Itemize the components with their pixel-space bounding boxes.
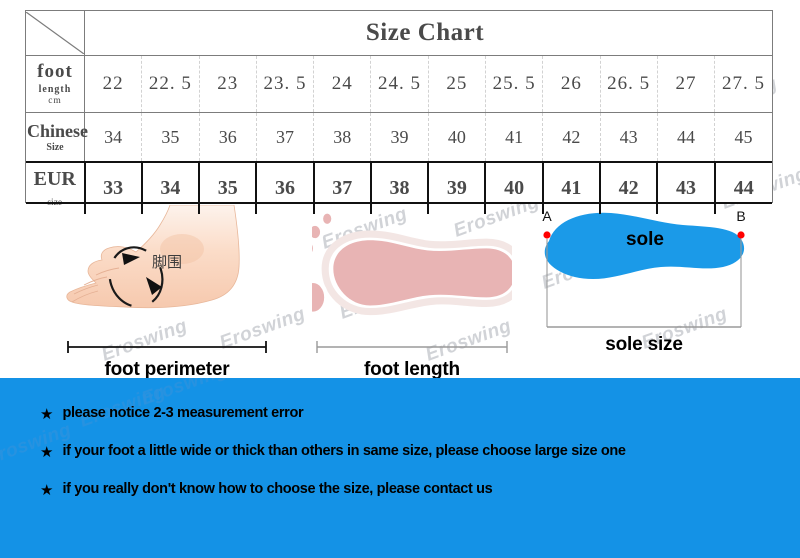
page-title: Size Chart (84, 11, 772, 56)
cell-chinese-size: 42 (542, 112, 601, 163)
cell-eur-size: 40 (485, 162, 544, 214)
cell-chinese-size: 39 (370, 112, 429, 163)
cell-eur-size: 36 (256, 162, 315, 214)
notice-text: if you really don't know how to choose t… (62, 481, 493, 497)
notice-text: please notice 2-3 measurement error (62, 405, 304, 421)
cell-foot-length: 27. 5 (714, 55, 772, 113)
cell-foot-length: 26. 5 (600, 55, 658, 113)
footprint-illustration (291, 209, 525, 316)
cell-chinese-size: 38 (313, 112, 372, 163)
row-label-chinese-size: Chinese Size (26, 112, 89, 163)
cell-chinese-size: 40 (428, 112, 486, 163)
cell-chinese-size: 43 (600, 112, 658, 163)
cell-foot-length: 23 (199, 55, 257, 113)
row-label-main: EUR (33, 168, 76, 191)
foot-perimeter-annotation: 脚围 (152, 253, 182, 271)
notice-list: ★ please notice 2-3 measurement error ★ … (0, 378, 800, 498)
diagram-section: 脚围 foot perimeter foot length sole A B s… (0, 204, 800, 380)
cell-chinese-size: 36 (199, 112, 257, 163)
notice-item: ★ please notice 2-3 measurement error (0, 405, 800, 423)
cell-chinese-size: 35 (141, 112, 200, 163)
diagonal-line-icon (26, 12, 84, 54)
star-icon: ★ (40, 406, 54, 423)
cell-eur-size: 41 (542, 162, 602, 214)
sole-label: sole (626, 229, 664, 250)
row-label-main: Chinese (27, 120, 89, 141)
notice-item: ★ if your foot a little wide or thick th… (0, 443, 800, 461)
row-label-sub: Size (46, 142, 64, 153)
notice-text: if your foot a little wide or thick than… (62, 443, 626, 459)
table-row-eur-size: EUR size 33 34 35 36 37 38 39 40 41 42 4… (26, 162, 772, 214)
measure-line-foot-length (316, 341, 508, 353)
cell-chinese-size: 45 (714, 112, 772, 163)
cell-chinese-size: 37 (256, 112, 315, 163)
row-label-main: foot (37, 60, 73, 82)
row-label-foot-length: foot length cm (26, 55, 85, 113)
sole-point-a-marker (543, 231, 551, 239)
table-row-foot-length: foot length cm 22 22. 5 23 23. 5 24 24. … (26, 55, 772, 113)
diagram-caption-sole-size: sole size (605, 334, 683, 355)
table-row-chinese-size: Chinese Size 34 35 36 37 38 39 40 41 42 … (26, 112, 772, 163)
cell-eur-size: 34 (141, 162, 201, 214)
cell-eur-size: 35 (199, 162, 258, 214)
size-chart-table: Size Chart foot length cm 22 22. 5 23 23… (25, 10, 773, 214)
cell-foot-length: 24 (313, 55, 372, 113)
foot-side-view-illustration: 脚围 (66, 204, 240, 309)
notice-section: Eroswing Eroswing Eroswing ★ please noti… (0, 378, 800, 558)
cell-chinese-size: 34 (84, 112, 143, 163)
row-label-eur-size: EUR size (26, 162, 86, 214)
cell-eur-size: 42 (600, 162, 659, 214)
cell-eur-size: 39 (428, 162, 487, 214)
table-title-row: Size Chart (26, 11, 772, 56)
diagram-foot-length: foot length (291, 205, 525, 381)
cell-chinese-size: 44 (657, 112, 716, 163)
table-bottom-rule (26, 201, 772, 204)
cell-foot-length: 27 (657, 55, 716, 113)
star-icon: ★ (40, 482, 54, 499)
star-icon: ★ (40, 444, 54, 461)
cell-eur-size: 33 (84, 162, 143, 214)
diagram-sole-size: sole A B sole size (533, 205, 755, 356)
cell-foot-length: 25. 5 (485, 55, 544, 113)
cell-foot-length: 22 (84, 55, 143, 113)
cell-foot-length: 25 (428, 55, 486, 113)
cell-eur-size: 43 (657, 162, 716, 214)
cell-foot-length: 24. 5 (370, 55, 429, 113)
sole-illustration: sole A B (542, 208, 746, 328)
cell-foot-length: 23. 5 (256, 55, 315, 113)
cell-foot-length: 26 (542, 55, 601, 113)
cell-chinese-size: 41 (485, 112, 544, 163)
corner-diagonal-cell (26, 11, 85, 56)
notice-item: ★ if you really don't know how to choose… (0, 481, 800, 499)
row-label-unit: cm (48, 96, 62, 107)
cell-eur-size: 37 (313, 162, 372, 214)
sole-point-b-marker (737, 231, 745, 239)
diagram-foot-perimeter: 脚围 foot perimeter (62, 204, 272, 381)
cell-foot-length: 22. 5 (141, 55, 200, 113)
row-label-unit: size (27, 198, 83, 210)
cell-eur-size: 44 (733, 177, 754, 199)
cell-eur-size: 38 (370, 162, 430, 214)
row-label-sub: length (38, 83, 72, 95)
measure-line-foot-perimeter (67, 341, 267, 353)
